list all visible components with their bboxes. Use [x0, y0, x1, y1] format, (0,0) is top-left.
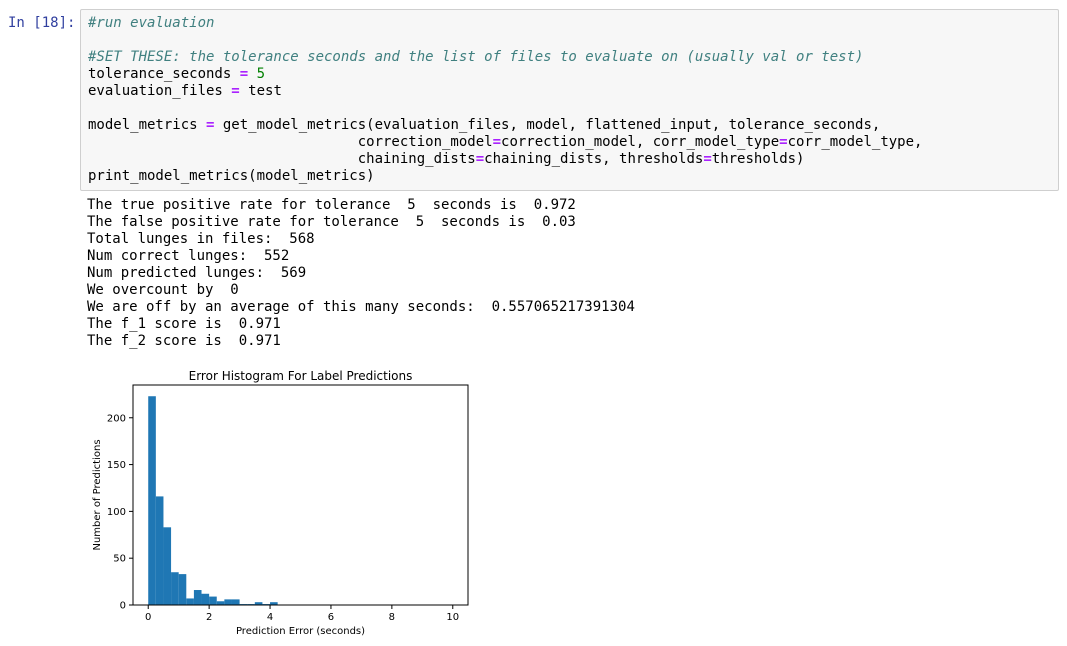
code-line: #run evaluation [88, 15, 214, 32]
code-token: = [475, 151, 485, 167]
histogram-bars [148, 396, 278, 605]
histogram-bar [216, 601, 225, 605]
x-tick-label: 0 [145, 612, 151, 623]
code-token: corr_model_type, [787, 134, 923, 150]
x-tick-label: 4 [267, 612, 273, 623]
code-token: print_model_metrics(model_metrics) [88, 168, 375, 184]
code-token: = [703, 151, 712, 167]
code-line: model_metrics = get_model_metrics(evalua… [88, 117, 880, 134]
code-line: evaluation_files = test [88, 83, 282, 100]
code-token: chaining_dists [88, 151, 476, 167]
output-line: Num predicted lunges: 569 [87, 265, 307, 281]
code-token: = [239, 66, 249, 82]
histogram-bar [231, 599, 240, 605]
error-histogram-chart: 0 2 4 6 8 10050100150200 Error Histogram For … [92, 369, 469, 637]
histogram-bar [201, 593, 210, 605]
code-line: print_model_metrics(model_metrics) [88, 168, 375, 185]
output-line: The true positive rate for tolerance 5 s… [87, 197, 576, 213]
histogram-bar [163, 527, 172, 605]
code-line: chaining_dists=chaining_dists, threshold… [88, 151, 805, 168]
code-token: #run evaluation [88, 15, 215, 31]
code-token: correction_model, corr_model_type [501, 134, 780, 150]
x-tick-label: 2 [206, 612, 212, 623]
code-token: test [239, 83, 282, 99]
code-token: #SET THESE: the tolerance seconds and th… [88, 49, 864, 65]
histogram-bar [155, 496, 164, 605]
code-input-area[interactable]: #run evaluation #SET THESE: the tolerance… [80, 9, 1059, 191]
output-line: Num correct lunges: 552 [87, 248, 290, 264]
code-token: 5 [256, 66, 266, 82]
y-tick-label: 100 [107, 507, 126, 518]
code-token: get_model_metrics(evaluation_files, mode… [214, 117, 881, 133]
code-token: correction_model [88, 134, 493, 150]
y-tick-label: 150 [107, 460, 126, 471]
code-token: = [231, 83, 240, 99]
histogram-bar [193, 590, 202, 605]
y-tick-label: 200 [107, 413, 126, 424]
histogram-bar [224, 599, 232, 605]
code-token: thresholds) [711, 151, 805, 167]
x-tick-label: 8 [389, 612, 395, 623]
code-token: = [492, 134, 502, 150]
output-line: The f_1 score is 0.971 [87, 316, 281, 332]
output-line: The f_2 score is 0.971 [87, 333, 281, 349]
code-line: tolerance_seconds = 5 [88, 66, 265, 83]
code-line: #SET THESE: the tolerance seconds and th… [88, 49, 863, 66]
y-axis-label: Number of Predictions [92, 439, 103, 550]
histogram-bar [171, 572, 179, 605]
output-line: Total lunges in files: 568 [87, 231, 315, 247]
code-token: model_metrics [88, 117, 207, 133]
histogram-bar [209, 596, 217, 605]
code-token: chaining_dists, thresholds [484, 151, 704, 167]
cell-prompt: In [18]: [8, 15, 76, 31]
output-line: We are off by an average of this many se… [87, 299, 635, 315]
output-line: The false positive rate for tolerance 5 … [87, 214, 576, 230]
x-axis-label: Prediction Error (seconds) [236, 626, 365, 637]
x-tick-label: 10 [446, 612, 459, 623]
code-token: = [779, 134, 788, 150]
output-line: We overcount by 0 [87, 282, 239, 298]
y-tick-label: 50 [113, 554, 126, 565]
chart-title: Error Histogram For Label Predictions [189, 369, 413, 383]
histogram-bar [178, 574, 187, 605]
histogram-bar [148, 396, 156, 605]
histogram-bar [186, 598, 194, 605]
code-token: tolerance_seconds [88, 66, 240, 82]
code-token: evaluation_files [88, 83, 232, 99]
x-tick-label: 6 [328, 612, 334, 623]
y-tick-label: 0 [120, 601, 126, 612]
axes-frame [132, 384, 469, 606]
code-line: correction_model=correction_model, corr_… [88, 134, 923, 151]
